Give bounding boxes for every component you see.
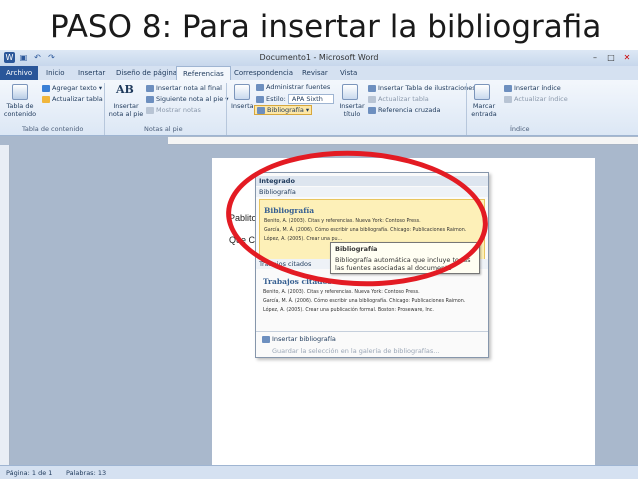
group-label-toc: Tabla de contenido [22,125,84,133]
insert-bibliography-label: Insertar bibliografía [272,335,336,343]
style-dropdown[interactable]: APA Sixth [287,94,334,104]
show-notes-label: Mostrar notas [156,106,201,114]
tab-referencias[interactable]: Referencias [176,66,231,80]
vertical-ruler[interactable] [0,145,10,465]
gallery-item-label: Bibliografía [256,187,488,197]
next-footnote-button[interactable]: Siguiente nota al pie ▾ [146,95,229,103]
tooltip: Bibliografía Bibliografía automática que… [330,242,480,274]
word-count[interactable]: Palabras: 13 [66,469,106,477]
insert-bibliography-icon [262,335,270,343]
works-cited-heading: Trabajos citados [263,277,332,286]
insert-citation-icon [234,84,250,100]
table-of-figures-icon [368,84,376,92]
table-of-contents-icon [12,84,28,100]
slide-title: PASO 8: Para insertar la bibliografia [50,9,602,45]
mark-entry-icon [474,84,490,100]
update-figures-label: Actualizar tabla [378,95,429,103]
add-text-icon [42,84,50,92]
update-toc-label: Actualizar tabla [52,95,103,103]
menu-divider [256,331,488,332]
word-window: W ▣ ↶ ↷ Documento1 - Microsoft Word – □ … [0,50,638,479]
toc-button[interactable]: Tabla de contenido [2,102,38,118]
citation-line: García, M. Á. (2006). Cómo escribir una … [263,299,466,304]
manage-sources-icon [256,83,264,91]
group-separator [226,83,227,135]
tab-diseno-pagina[interactable]: Diseño de página [110,66,183,80]
gallery-header: Integrado [256,176,488,186]
tab-vista[interactable]: Vista [334,66,363,80]
cross-reference-icon [368,106,376,114]
update-table-icon [368,95,376,103]
save-selection-menu-item[interactable]: Guardar la selección en la galería de bi… [272,347,439,355]
show-notes-icon [146,106,154,114]
add-text-button[interactable]: Agregar texto ▾ [42,84,102,92]
citation-line: Benito, A. (2003). Citas y referencias. … [263,290,420,295]
group-separator [466,83,467,135]
group-label-footnotes: Notas al pie [144,125,183,133]
style-icon [256,95,264,103]
manage-sources-label: Administrar fuentes [266,83,331,91]
insert-index-label: Insertar índice [514,84,561,92]
bibliography-button[interactable]: Bibliografía ▾ [254,105,313,115]
insert-footnote-button[interactable]: Insertar nota al pie [108,102,144,118]
insert-citation-button[interactable]: Insertar cita [231,102,253,110]
tab-insertar[interactable]: Insertar [72,66,111,80]
tooltip-body: Bibliografía automática que incluye toda… [335,256,471,272]
add-text-label: Agregar texto [52,84,97,92]
endnote-icon [146,84,154,92]
insert-index-icon [504,84,512,92]
manage-sources-button[interactable]: Administrar fuentes [256,83,330,91]
citation-line: López, A. (2005). Crear una publicación … [263,308,434,313]
bibliography-icon [257,106,265,114]
page-counter[interactable]: Página: 1 de 1 [6,469,52,477]
group-separator [104,83,105,135]
status-bar: Página: 1 de 1 Palabras: 13 [0,465,638,479]
tab-correspondencia[interactable]: Correspondencia [228,66,299,80]
footnote-ab-icon: AB [116,83,134,96]
update-index-icon [504,95,512,103]
show-notes-button[interactable]: Mostrar notas [146,106,201,114]
update-index-label: Actualizar índice [514,95,568,103]
tooltip-title: Bibliografía [335,245,378,253]
tab-revisar[interactable]: Revisar [296,66,334,80]
table-of-figures-label: Insertar Tabla de ilustraciones [378,84,476,92]
tab-archivo[interactable]: Archivo [0,66,39,80]
minimize-button[interactable]: – [588,52,602,63]
endnote-label: Insertar nota al final [156,84,222,92]
style-label: Estilo: [266,95,286,103]
style-selector[interactable]: Estilo: APA Sixth [256,94,334,104]
update-icon [42,95,50,103]
group-label-index: Índice [510,125,530,133]
next-footnote-icon [146,95,154,103]
ribbon-tabs: Archivo Inicio Insertar Diseño de página… [0,66,638,80]
insert-table-of-figures-button[interactable]: Insertar Tabla de ilustraciones [368,84,476,92]
close-button[interactable]: ✕ [620,52,634,63]
works-cited-gallery-item[interactable]: Trabajos citados Benito, A. (2003). Cita… [259,271,485,329]
update-figures-table-button[interactable]: Actualizar tabla [368,95,429,103]
horizontal-ruler[interactable] [168,137,638,145]
ribbon: Tabla de contenido Agregar texto ▾ Actua… [0,80,638,136]
citation-line: García, M. Á. (2006). Cómo escribir una … [264,228,467,233]
tab-inicio[interactable]: Inicio [40,66,71,80]
bibliography-label: Bibliografía [267,106,304,114]
maximize-button[interactable]: □ [604,52,618,63]
title-bar: W ▣ ↶ ↷ Documento1 - Microsoft Word – □ … [0,50,638,66]
insert-index-button[interactable]: Insertar índice [504,84,561,92]
insert-caption-icon [342,84,358,100]
insert-endnote-button[interactable]: Insertar nota al final [146,84,222,92]
citation-line: Benito, A. (2003). Citas y referencias. … [264,219,421,224]
next-footnote-label: Siguiente nota al pie [156,95,224,103]
update-toc-button[interactable]: Actualizar tabla [42,95,103,103]
insert-bibliography-menu-item[interactable]: Insertar bibliografía [262,335,336,343]
update-index-button[interactable]: Actualizar índice [504,95,568,103]
cross-reference-button[interactable]: Referencia cruzada [368,106,440,114]
bibliography-heading: Bibliografía [264,206,315,215]
cross-reference-label: Referencia cruzada [378,106,441,114]
window-title: Documento1 - Microsoft Word [259,53,379,62]
mark-entry-button[interactable]: Marcar entrada [470,102,498,118]
insert-caption-button[interactable]: Insertar título [338,102,366,118]
